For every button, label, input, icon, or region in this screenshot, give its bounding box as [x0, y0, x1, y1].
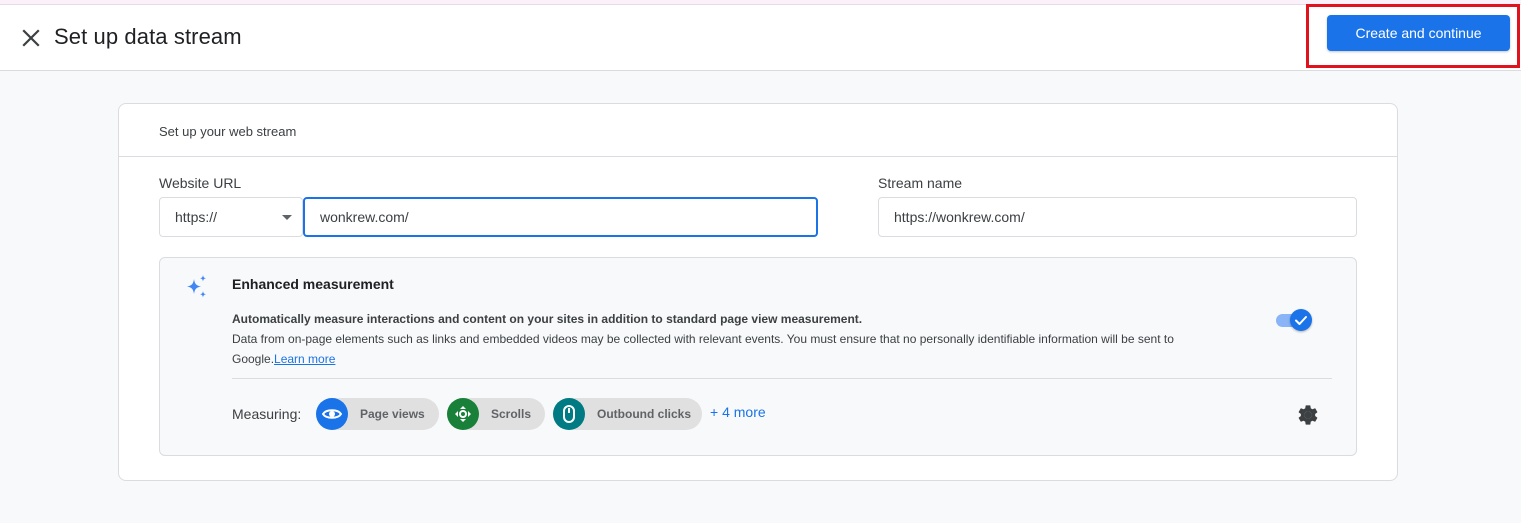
learn-more-link[interactable]: Learn more — [274, 352, 335, 366]
scroll-arrows-icon — [447, 398, 479, 430]
divider — [232, 378, 1332, 379]
enhanced-measurement-title: Enhanced measurement — [232, 276, 394, 292]
chevron-down-icon — [282, 215, 292, 220]
check-icon — [1295, 316, 1307, 325]
enhanced-measurement-summary: Automatically measure interactions and c… — [232, 312, 863, 326]
chip-page-views[interactable]: Page views — [316, 398, 439, 430]
create-and-continue-button[interactable]: Create and continue — [1327, 15, 1510, 51]
stream-name-label: Stream name — [878, 175, 963, 191]
website-url-label: Website URL — [159, 175, 242, 191]
chip-scrolls[interactable]: Scrolls — [447, 398, 545, 430]
settings-button[interactable] — [1296, 403, 1320, 427]
website-url-input[interactable] — [303, 197, 818, 237]
enhanced-measurement-panel: Enhanced measurement Automatically measu… — [159, 257, 1357, 456]
close-button[interactable] — [18, 25, 44, 51]
toggle-knob — [1290, 309, 1312, 331]
close-icon — [22, 29, 40, 47]
more-measurements-link[interactable]: + 4 more — [710, 404, 766, 420]
chip-label: Scrolls — [491, 407, 532, 421]
description-text: Data from on-page elements such as links… — [232, 332, 1174, 366]
measuring-label: Measuring: — [232, 406, 302, 422]
chip-outbound-clicks[interactable]: Outbound clicks — [553, 398, 702, 430]
sparkle-icon — [187, 275, 206, 298]
protocol-select[interactable]: https:// — [159, 197, 303, 237]
gear-icon — [1298, 405, 1318, 425]
protocol-select-value: https:// — [175, 209, 218, 225]
card-header: Set up your web stream — [119, 104, 1397, 157]
enhanced-measurement-toggle[interactable] — [1274, 308, 1314, 332]
enhanced-measurement-description: Data from on-page elements such as links… — [232, 329, 1242, 369]
header-bar: Set up data stream — [0, 5, 1521, 71]
stream-name-input[interactable] — [878, 197, 1357, 237]
eye-icon — [316, 398, 348, 430]
web-stream-card: Set up your web stream Website URL https… — [118, 103, 1398, 481]
page-title: Set up data stream — [54, 24, 242, 49]
chip-label: Page views — [360, 407, 425, 421]
mouse-icon — [553, 398, 585, 430]
card-title: Set up your web stream — [159, 124, 297, 139]
chip-label: Outbound clicks — [597, 407, 692, 421]
